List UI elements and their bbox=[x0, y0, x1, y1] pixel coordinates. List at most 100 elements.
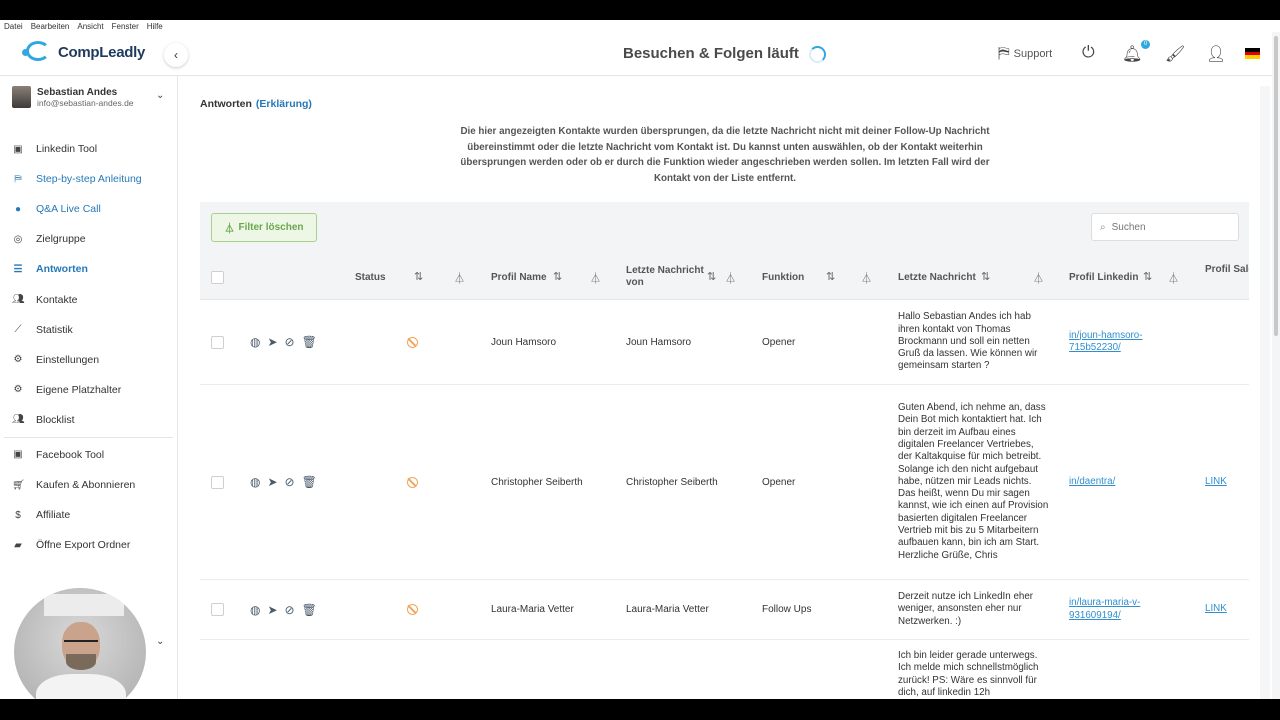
sort-icon[interactable]: ⇅ bbox=[826, 270, 835, 283]
profile-name: Laura-Maria Vetter bbox=[491, 604, 574, 615]
sidebar-item-zielgruppe[interactable]: ◎ Zielgruppe bbox=[0, 224, 177, 254]
contacts-icon: 👥︎ bbox=[12, 294, 25, 306]
sidebar-item-blocklist[interactable]: 👥︎ Blocklist bbox=[0, 405, 177, 435]
sidebar-item-antworten[interactable]: ☰ Antworten bbox=[0, 254, 177, 284]
app-window: CompLeadly ‹ Besuchen & Folgen läuft ⛿ S… bbox=[0, 32, 1280, 699]
table-row: ◍ ➤ ⊘ 🗑︎ Joun Hamsoro Joun Hamsoro Opener H… bbox=[200, 300, 1249, 385]
sidebar-item-eigene-platzhalter[interactable]: ⚙ Eigene Platzhalter bbox=[0, 375, 177, 405]
sort-icon[interactable]: ⇅ bbox=[553, 270, 562, 283]
os-menubar bbox=[0, 0, 1280, 20]
column-profile-name[interactable]: Profil Name bbox=[491, 254, 547, 300]
trash-icon[interactable]: 🗑︎ bbox=[302, 335, 317, 349]
german-flag-icon[interactable] bbox=[1245, 48, 1260, 59]
select-all-checkbox[interactable] bbox=[211, 270, 224, 284]
logo[interactable]: CompLeadly bbox=[22, 38, 145, 66]
sidebar-item-label: Blocklist bbox=[36, 413, 75, 426]
menu-fenster[interactable]: Fenster bbox=[112, 22, 139, 31]
function: Follow Ups bbox=[762, 604, 812, 615]
profile-linkedin-link[interactable]: in/daentra/ bbox=[1069, 476, 1115, 488]
sidebar-item-label: Einstellungen bbox=[36, 353, 100, 366]
clear-filter-button[interactable]: ⏃ Filter löschen bbox=[211, 213, 317, 242]
search-input[interactable] bbox=[1111, 221, 1222, 233]
sidebar-item-kaufen-abonnieren[interactable]: 🛒︎ Kaufen & Abonnieren bbox=[0, 470, 177, 500]
block-icon[interactable]: ⊘ bbox=[285, 603, 295, 617]
block-icon[interactable]: ⊘ bbox=[285, 475, 295, 489]
trash-icon[interactable]: 🗑︎ bbox=[302, 603, 317, 617]
sort-icon[interactable]: ⇅ bbox=[414, 270, 423, 283]
collapse-sidebar-button[interactable]: ‹ bbox=[164, 43, 188, 67]
explanation-link[interactable]: (Erklärung) bbox=[256, 98, 312, 110]
steps-icon: ⛿ bbox=[14, 173, 22, 185]
filter-icon[interactable]: ⏃ bbox=[861, 270, 872, 286]
sidebar-item-kontakte[interactable]: 👥︎ Kontakte bbox=[0, 284, 177, 314]
sales-navigator-link[interactable]: LINK bbox=[1205, 476, 1227, 488]
block-icon[interactable]: ⊘ bbox=[285, 335, 295, 349]
last-message: Guten Abend, ich nehme an, dass Dein Bot… bbox=[898, 402, 1049, 561]
globe-icon[interactable]: ◍ bbox=[250, 335, 260, 349]
menu-ansicht[interactable]: Ansicht bbox=[77, 22, 103, 31]
sidebar-item-linkedin-tool[interactable]: ▣ Linkedin Tool bbox=[0, 134, 177, 164]
profile-linkedin-link[interactable]: in/laura-maria-v-931609194/ bbox=[1069, 597, 1159, 622]
sort-icon[interactable]: ⇅ bbox=[981, 270, 990, 283]
table-row: ◍ ➤ ⊘ 🗑︎ Laura-Maria Vetter Laura-Maria Vet… bbox=[200, 580, 1249, 640]
filter-icon[interactable]: ⏃ bbox=[590, 270, 601, 286]
paint-roller-icon[interactable]: 🖌︎ bbox=[1165, 44, 1185, 64]
main-content: Antworten (Erklärung) Die hier angezeigte… bbox=[188, 86, 1270, 699]
user-profile[interactable]: Sebastian Andes info@sebastian-andes.de … bbox=[12, 86, 172, 108]
notification-badge: 0 bbox=[1141, 40, 1150, 49]
row-checkbox[interactable] bbox=[211, 603, 224, 616]
profile-linkedin-link[interactable]: in/joun-hamsoro-715b52230/ bbox=[1069, 330, 1159, 355]
send-icon[interactable]: ➤ bbox=[267, 335, 277, 349]
bell-icon[interactable]: 🔔︎ bbox=[1122, 44, 1142, 64]
column-last-message[interactable]: Letzte Nachricht bbox=[898, 254, 976, 300]
chevron-down-icon[interactable]: ⌄ bbox=[156, 636, 164, 647]
column-profile-linkedin[interactable]: Profil Linkedin bbox=[1069, 254, 1138, 300]
sidebar-item-step-by-step[interactable]: ⛿ Step-by-step Anleitung bbox=[0, 164, 177, 194]
user-icon[interactable]: 👤︎ bbox=[1206, 44, 1226, 64]
function: Opener bbox=[762, 476, 796, 488]
chevron-down-icon[interactable]: ⌄ bbox=[156, 90, 164, 101]
signpost-icon: ⛿ bbox=[998, 45, 1010, 62]
column-function[interactable]: Funktion bbox=[762, 254, 804, 300]
loading-spinner bbox=[809, 46, 826, 63]
row-checkbox[interactable] bbox=[211, 475, 224, 489]
trash-icon[interactable]: 🗑︎ bbox=[302, 475, 317, 489]
send-icon[interactable]: ➤ bbox=[267, 603, 277, 617]
facebook-icon: ▣ bbox=[13, 449, 23, 461]
sidebar-divider bbox=[4, 436, 173, 438]
skipped-status-icon bbox=[407, 476, 418, 488]
globe-icon[interactable]: ◍ bbox=[250, 603, 260, 617]
blocklist-icon: 👥︎ bbox=[12, 414, 25, 426]
sort-icon[interactable]: ⇅ bbox=[1143, 270, 1152, 283]
sidebar-item-label: Affiliate bbox=[36, 509, 71, 522]
filter-icon[interactable]: ⏃ bbox=[454, 270, 465, 286]
menu-datei[interactable]: Datei bbox=[4, 22, 23, 31]
filter-icon[interactable]: ⏃ bbox=[1168, 270, 1179, 286]
filter-icon[interactable]: ⏃ bbox=[725, 270, 736, 286]
sidebar-item-label: Facebook Tool bbox=[36, 448, 105, 461]
sidebar-item-label: Q&A Live Call bbox=[36, 203, 101, 216]
sales-navigator-link[interactable]: LINK bbox=[1205, 603, 1227, 615]
row-checkbox[interactable] bbox=[211, 335, 224, 349]
power-icon[interactable]: ⏻ bbox=[1082, 44, 1095, 62]
sidebar-item-affiliate[interactable]: $ Affiliate bbox=[0, 500, 177, 530]
menu-bearbeiten[interactable]: Bearbeiten bbox=[31, 22, 70, 31]
send-icon[interactable]: ➤ bbox=[267, 475, 277, 489]
column-last-message-from[interactable]: Letzte Nachricht von bbox=[626, 254, 706, 300]
sort-icon[interactable]: ⇅ bbox=[707, 270, 716, 283]
page-scrollbar[interactable] bbox=[1272, 32, 1280, 699]
sidebar-item-facebook-tool[interactable]: ▣ Facebook Tool bbox=[0, 440, 177, 470]
menu-hilfe[interactable]: Hilfe bbox=[147, 22, 163, 31]
support-button[interactable]: ⛿ Support bbox=[998, 45, 1052, 63]
sidebar-item-export-ordner[interactable]: ▰ Öffne Export Ordner bbox=[0, 530, 177, 560]
sidebar-item-qa-live-call[interactable]: ● Q&A Live Call bbox=[0, 194, 177, 224]
sidebar: Sebastian Andes info@sebastian-andes.de … bbox=[0, 76, 178, 699]
sidebar-item-statistik[interactable]: ⟋ Statistik bbox=[0, 315, 177, 345]
column-status[interactable]: Status bbox=[355, 254, 386, 300]
filter-icon[interactable]: ⏃ bbox=[1033, 270, 1044, 286]
sidebar-item-label: Step-by-step Anleitung bbox=[36, 173, 142, 186]
sidebar-item-einstellungen[interactable]: ⚙ Einstellungen bbox=[0, 345, 177, 375]
scrollbar-thumb[interactable] bbox=[1274, 36, 1278, 336]
globe-icon[interactable]: ◍ bbox=[250, 475, 260, 489]
column-sales-navigator[interactable]: Profil Sales Navigator bbox=[1205, 254, 1249, 300]
